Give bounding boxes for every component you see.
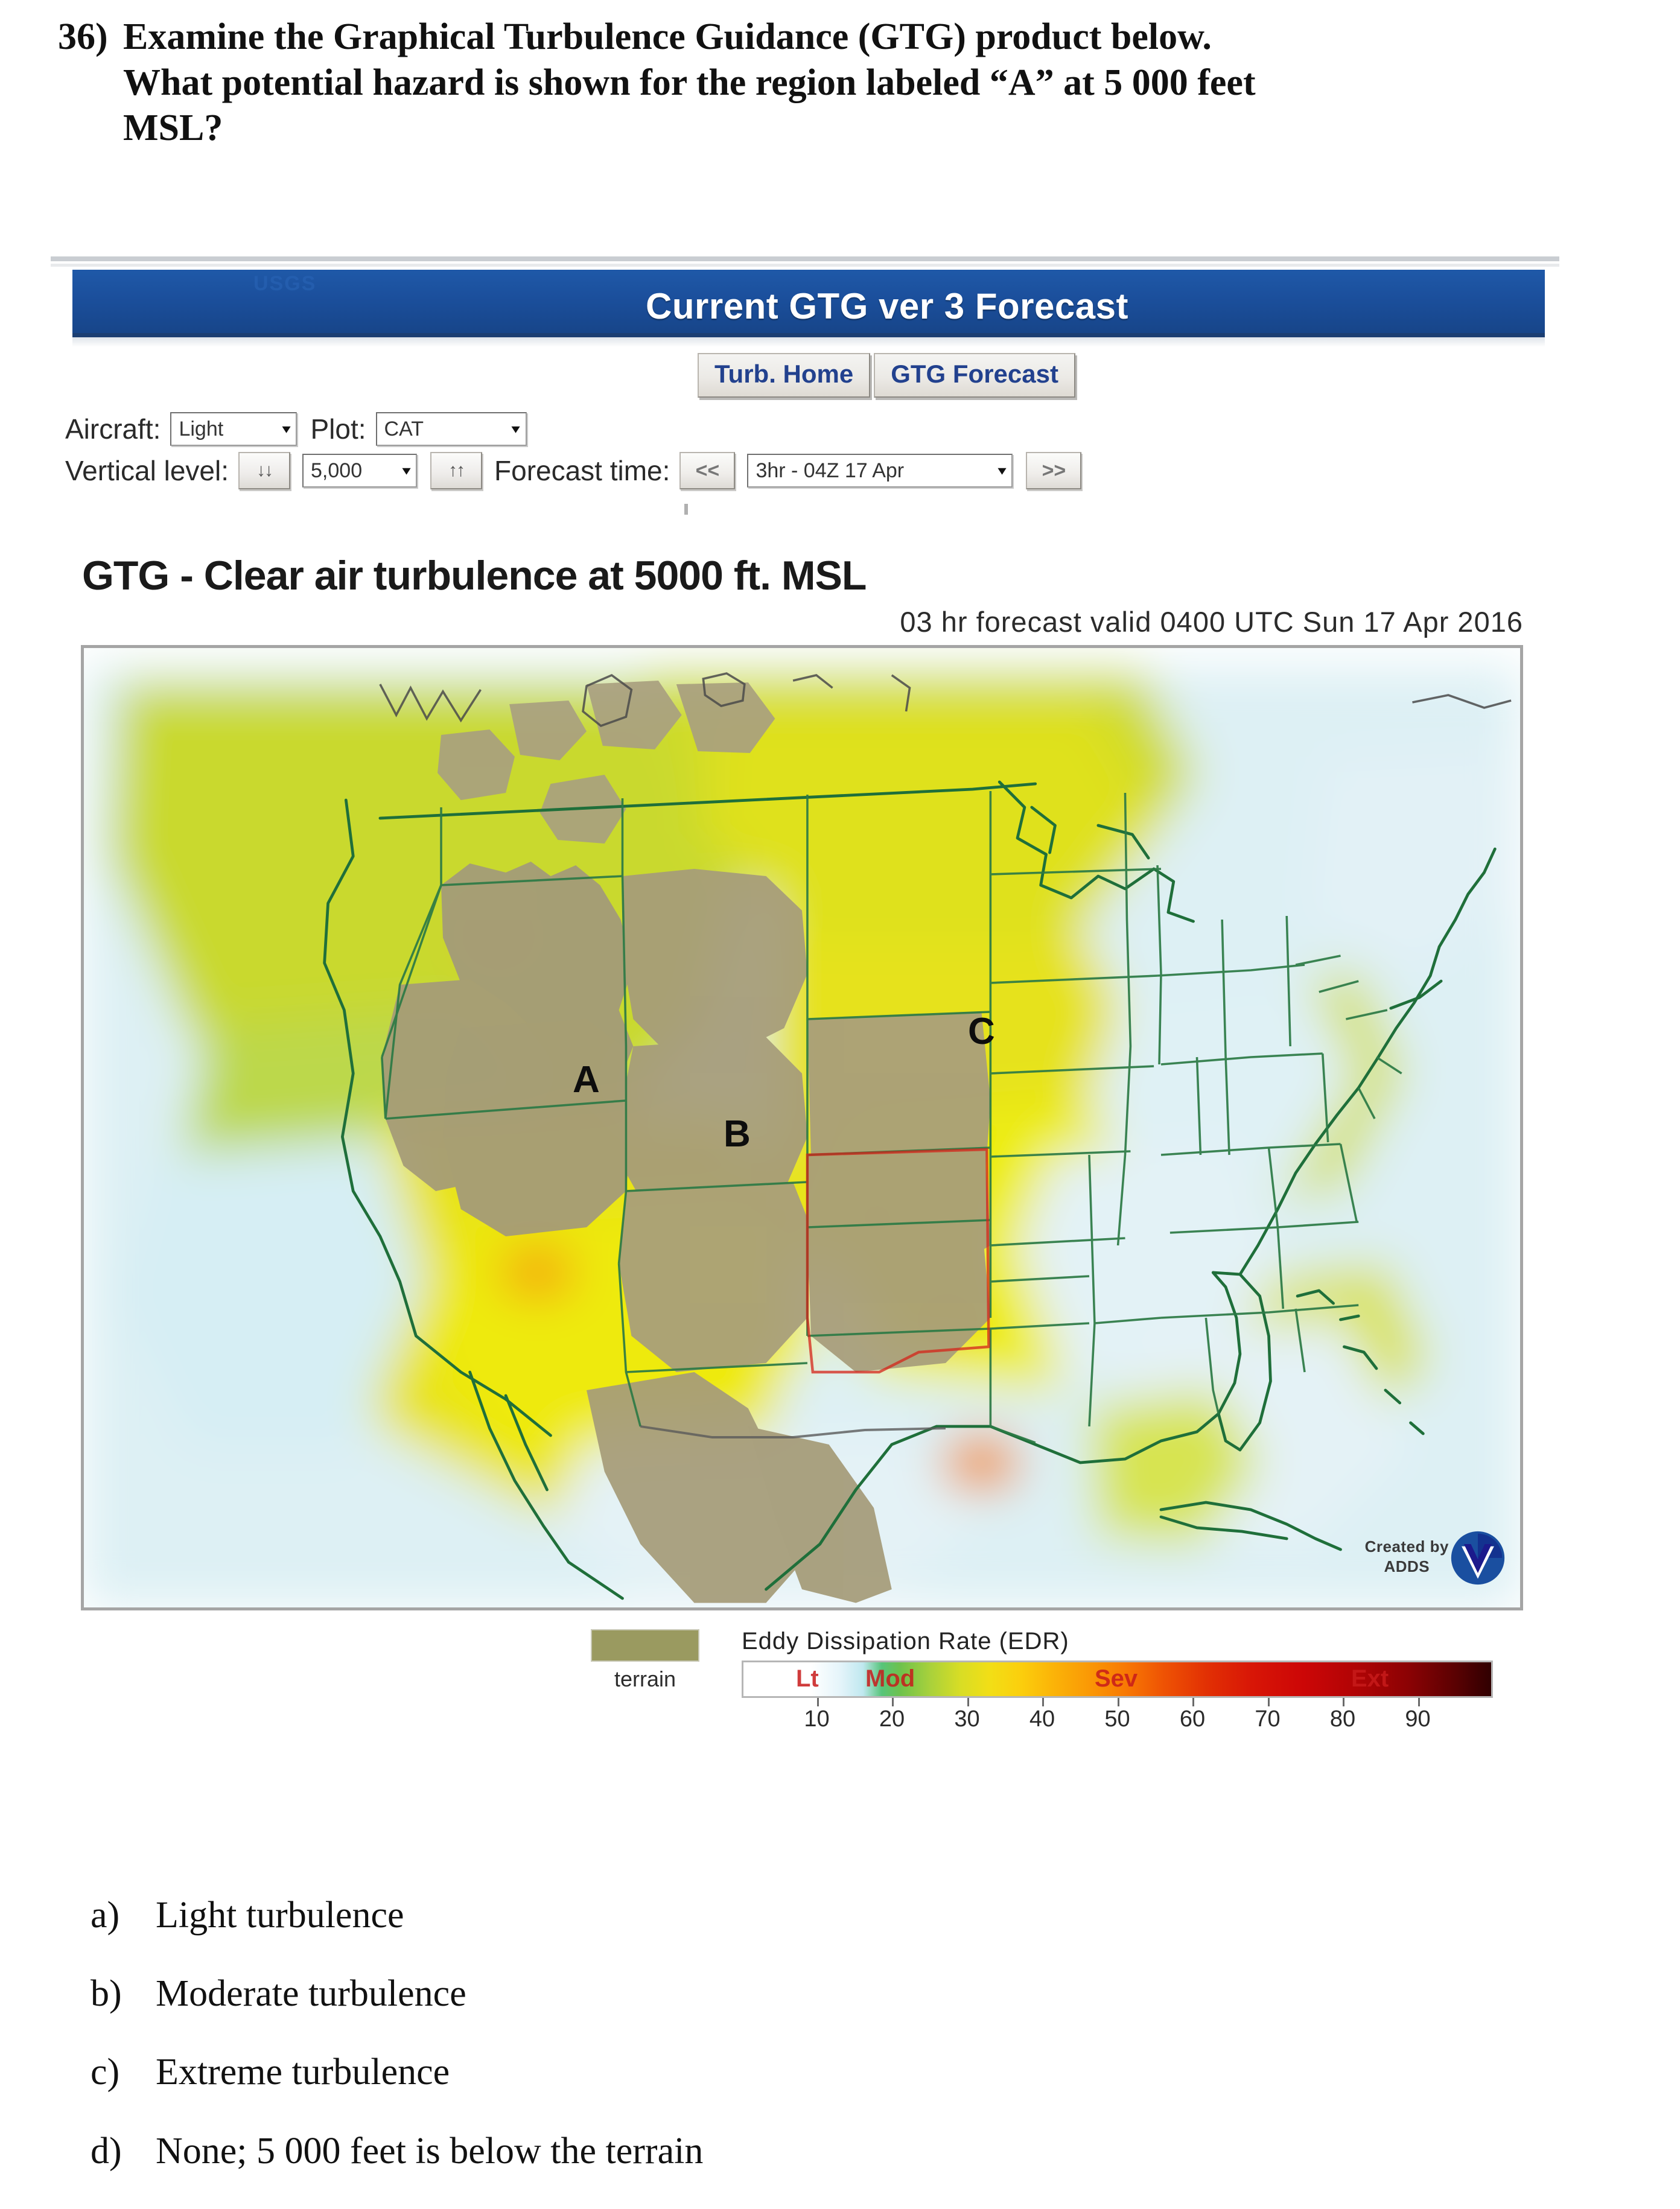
answer-text-d: None; 5 000 feet is below the terrain [156, 2130, 704, 2172]
turb-home-button[interactable]: Turb. Home [698, 353, 871, 398]
question-text-line-2: What potential hazard is shown for the r… [123, 62, 1256, 103]
map-frame[interactable]: A B C Created by ADDS [81, 645, 1523, 1610]
control-panel: Aircraft: Light ▾ Plot: CAT ▾ Vertical l… [65, 412, 1513, 495]
edr-tick-label: 50 [1104, 1706, 1130, 1732]
nav-button-group: Turb. Home GTG Forecast [51, 353, 1632, 398]
page-top-rule [51, 256, 1559, 261]
vertical-level-value: 5,000 [311, 459, 363, 482]
map-region-label-b: B [724, 1113, 751, 1155]
edr-tick-mark [1192, 1698, 1194, 1706]
answer-key-b: b) [91, 1973, 122, 2015]
aircraft-label: Aircraft: [65, 413, 161, 445]
vertical-level-select[interactable]: 5,000 ▾ [302, 454, 418, 488]
answer-key-c: c) [91, 2052, 120, 2093]
question-line-1: 36) Examine the Graphical Turbulence Gui… [58, 14, 1639, 60]
answer-text-a: Light turbulence [156, 1895, 404, 1936]
forecast-time-select[interactable]: 3hr - 04Z 17 Apr ▾ [747, 454, 1013, 488]
map-credit-line-2: ADDS [1384, 1557, 1430, 1575]
question-number: 36) [58, 16, 108, 57]
answer-key-a: a) [91, 1895, 120, 1936]
level-decrease-button[interactable]: ↓↓ [238, 452, 291, 489]
edr-tick-mark [1042, 1698, 1044, 1706]
answer-key-d: d) [91, 2130, 122, 2172]
map-panel: GTG - Clear air turbulence at 5000 ft. M… [51, 552, 1541, 1867]
edr-tick-label: 40 [1029, 1706, 1055, 1732]
edr-tick-label: 90 [1405, 1706, 1431, 1732]
page-banner: USGS Current GTG ver 3 Forecast [72, 270, 1545, 337]
map-subtitle: 03 hr forecast valid 0400 UTC Sun 17 Apr… [900, 606, 1523, 638]
answer-text-b: Moderate turbulence [156, 1973, 466, 2015]
aircraft-value: Light [179, 417, 224, 440]
edr-tick-label: 70 [1255, 1706, 1281, 1732]
edr-heatmap-canvas [84, 648, 1520, 1607]
terrain-swatch [591, 1629, 699, 1662]
edr-class-mod: Mod [865, 1665, 915, 1692]
question-text-line-3: MSL? [123, 107, 223, 149]
forecast-next-button[interactable]: >> [1026, 452, 1082, 489]
edr-tick-mark [892, 1698, 894, 1706]
edr-class-sev: Sev [1095, 1665, 1138, 1692]
answer-option-c[interactable]: c) Extreme turbulence [91, 2052, 1539, 2093]
gtg-forecast-button[interactable]: GTG Forecast [874, 353, 1075, 398]
control-row-aircraft-plot: Aircraft: Light ▾ Plot: CAT ▾ [65, 412, 1513, 446]
map-title: GTG - Clear air turbulence at 5000 ft. M… [82, 553, 867, 599]
question-text-line-1: Examine the Graphical Turbulence Guidanc… [123, 16, 1212, 57]
answer-text-c: Extreme turbulence [156, 2052, 450, 2093]
aircraft-select[interactable]: Light ▾ [170, 412, 298, 446]
chevron-down-icon: ▾ [998, 463, 1007, 478]
forecast-time-value: 3hr - 04Z 17 Apr [756, 459, 905, 482]
question-block: 36) Examine the Graphical Turbulence Gui… [58, 14, 1639, 151]
level-increase-button[interactable]: ↑↑ [430, 452, 483, 489]
answer-options: a) Light turbulence b) Moderate turbulen… [91, 1895, 1539, 2209]
answer-option-b[interactable]: b) Moderate turbulence [91, 1973, 1539, 2014]
edr-tick-label: 80 [1329, 1706, 1356, 1732]
plot-value: CAT [384, 417, 424, 440]
edr-legend: terrain Eddy Dissipation Rate (EDR) Lt M… [81, 1623, 1523, 1744]
answer-option-d[interactable]: d) None; 5 000 feet is below the terrain [91, 2131, 1539, 2172]
gtg-webpage-screenshot: USGS Current GTG ver 3 Forecast Turb. Ho… [51, 250, 1632, 1867]
terrain-label: terrain [614, 1667, 676, 1691]
edr-tick-mark [967, 1698, 969, 1706]
edr-tick-mark [1117, 1698, 1119, 1706]
banner-shadow [72, 337, 1545, 347]
chevron-down-icon: ▾ [511, 421, 521, 436]
map-credit: Created by ADDS [1365, 1537, 1449, 1576]
edr-tick-label: 20 [879, 1706, 905, 1732]
map-region-label-a: A [573, 1059, 600, 1101]
plot-label: Plot: [310, 413, 366, 445]
plot-select[interactable]: CAT ▾ [375, 412, 527, 446]
edr-tick-mark [1418, 1698, 1420, 1706]
control-row-level-time: Vertical level: ↓↓ 5,000 ▾ ↑↑ Forecast t… [65, 452, 1513, 489]
chevron-down-icon: ▾ [402, 463, 411, 478]
edr-tick-mark [816, 1698, 819, 1706]
noaa-logo-icon [1449, 1529, 1507, 1587]
edr-colorbar-title: Eddy Dissipation Rate (EDR) [742, 1628, 1069, 1654]
page-title: Current GTG ver 3 Forecast [646, 286, 1128, 326]
forecast-prev-button[interactable]: << [679, 452, 736, 489]
vertical-level-label: Vertical level: [65, 455, 229, 486]
edr-tick-label: 10 [804, 1706, 830, 1732]
chevron-down-icon: ▾ [282, 421, 291, 436]
edr-tick-label: 30 [954, 1706, 980, 1732]
edr-tick-mark [1343, 1698, 1344, 1706]
page-artifact [684, 504, 688, 515]
edr-tick-axis: 10 20 30 40 50 60 70 80 90 [742, 1698, 1493, 1734]
forecast-time-label: Forecast time: [494, 455, 670, 486]
edr-tick-label: 60 [1179, 1706, 1206, 1732]
page-top-rule-secondary [51, 264, 1559, 267]
map-credit-line-1: Created by [1364, 1537, 1449, 1556]
answer-option-a[interactable]: a) Light turbulence [91, 1895, 1539, 1936]
map-region-label-c: C [968, 1011, 995, 1052]
edr-tick-mark [1267, 1698, 1270, 1706]
edr-class-lt: Lt [796, 1665, 819, 1692]
edr-class-ext: Ext [1351, 1665, 1389, 1692]
